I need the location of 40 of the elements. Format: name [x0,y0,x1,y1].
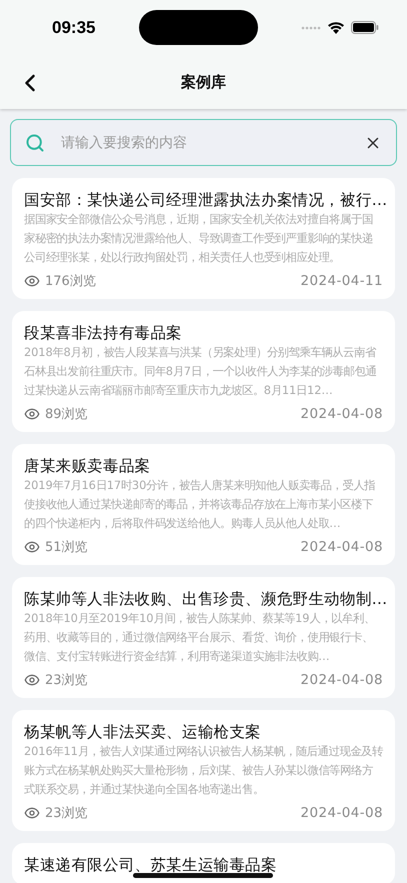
case-card[interactable]: 段某喜非法持有毒品案 2018年8月初，被告人段某喜与洪某（另案处理）分别驾乘车辆从云南省石林县出发前往重庆市。同年8月7日，一个以收件人为李某的涉毒邮包通过某快递从云南省瑞丽市邮寄至重庆市九龙坡区。8月11日12… 89浏览 2024-04-08 [12,311,395,432]
search-field[interactable]: 请输入要搜索的内容 [10,119,397,166]
battery-icon [350,21,379,34]
case-title: 某速递有限公司、苏某生运输毒品案 [24,855,278,875]
case-date: 2024-04-08 [300,539,383,555]
view-count: 176浏览 [45,273,96,290]
view-count: 51浏览 [45,539,88,556]
case-date: 2024-04-11 [300,273,383,289]
case-card[interactable]: 陈某帅等人非法收购、出售珍贵、濒危野生动物制… 2018年10月至2019年10月间，被告人陈某帅、蔡某等19人，以牟利、药用、收藏等目的，通过微信网络平台展示、看货、询价，使用银行卡、微信、支付宝转账进行资金结算，利用寄递渠道实施非法收购… 23浏览 2024-04-08 [12,577,395,698]
view-count: 23浏览 [45,805,88,822]
case-summary: 2018年10月至2019年10月间，被告人陈某帅、蔡某等19人，以牟利、药用、收藏等目的，通过微信网络平台展示、看货、询价，使用银行卡、微信、支付宝转账进行资金结算，利用寄递渠道实施非法收购… [24,610,376,665]
search-icon [25,132,45,152]
eye-icon [24,406,40,422]
case-title: 国安部：某快递公司经理泄露执法办案情况，被行… [24,190,383,210]
case-card[interactable]: 国安部：某快递公司经理泄露执法办案情况，被行… 据国家安全部微信公众号消息，近期，国家安全机关依法对擅自将属于国家秘密的执法办案情况泄露给他人、导致调查工作受到严重影响的某快递公司经理张某，处以行政拘留处罚，相关责任人也受到相应处理。 176浏览 2024-04-11 [12,178,395,299]
case-date: 2024-04-08 [300,805,383,821]
case-summary: 据国家安全部微信公众号消息，近期，国家安全机关依法对擅自将属于国家秘密的执法办案情况泄露给他人、导致调查工作受到严重影响的某快递公司经理张某，处以行政拘留处罚，相关责任人也受到相应处理。 [24,211,374,266]
case-date: 2024-04-08 [300,406,383,422]
case-date: 2024-04-08 [300,672,383,688]
page-title: 案例库 [181,72,226,92]
case-title: 陈某帅等人非法收购、出售珍贵、濒危野生动物制… [24,589,383,609]
eye-icon [24,273,40,289]
signal-icon [300,26,321,30]
case-title: 杨某帆等人非法买卖、运输枪支案 [24,722,262,742]
eye-icon [24,539,40,555]
wifi-icon [326,21,345,34]
case-card[interactable]: 唐某来贩卖毒品案 2019年7月16日17时30分许，被告人唐某来明知他人贩卖毒品，受人指使接收他人通过某快递邮寄的毒品，并将该毒品存放在上海市某小区楼下的四个快递柜内，后将取件码发送给他人。购毒人员从他人处取… 51浏览 2024-04-08 [12,444,395,565]
view-count: 89浏览 [45,406,88,423]
eye-icon [24,672,40,688]
view-count: 23浏览 [45,672,88,689]
status-time: 09:35 [52,18,96,38]
case-title: 唐某来贩卖毒品案 [24,456,152,476]
case-card[interactable]: 某速递有限公司、苏某生运输毒品案 [12,843,395,883]
case-title: 段某喜非法持有毒品案 [24,323,184,343]
case-summary: 2016年11月，被告人刘某通过网络认识被告人杨某帆，随后通过现金及转账方式在杨某帆处购买大量枪形物，后刘某、被告人孙某以微信等网络方式联系交易，并通过某快递向全国各地寄递出售。 [24,743,383,798]
case-card[interactable]: 杨某帆等人非法买卖、运输枪支案 2016年11月，被告人刘某通过网络认识被告人杨某帆，随后通过现金及转账方式在杨某帆处购买大量枪形物，后刘某、被告人孙某以微信等网络方式联系交易，并通过某快递向全国各地寄递出售。 23浏览 2024-04-08 [12,710,395,831]
search-input[interactable]: 请输入要搜索的内容 [59,134,350,152]
case-summary: 2018年8月初，被告人段某喜与洪某（另案处理）分别驾乘车辆从云南省石林县出发前往重庆市。同年8月7日，一个以收件人为李某的涉毒邮包通过某快递从云南省瑞丽市邮寄至重庆市九龙坡区。8月11日12… [24,344,378,399]
eye-icon [24,805,40,821]
case-summary: 2019年7月16日17时30分许，被告人唐某来明知他人贩卖毒品，受人指使接收他人通过某快递邮寄的毒品，并将该毒品存放在上海市某小区楼下的四个快递柜内，后将取件码发送给他人。购毒人员从他人处取… [24,477,376,532]
